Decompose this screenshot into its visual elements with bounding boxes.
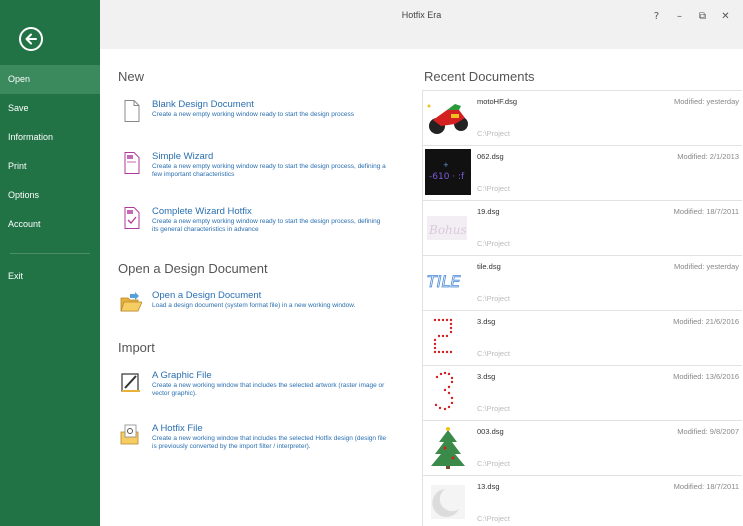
open-design-document-item[interactable]: Open a Design Document Load a design doc… xyxy=(120,290,390,320)
complete-wizard-hotfix-item[interactable]: Complete Wizard Hotfix Create a new empt… xyxy=(120,206,390,236)
graphic-file-item[interactable]: A Graphic File Create a new working wind… xyxy=(120,370,390,402)
recent-doc-modified: Modified: 18/7/2011 xyxy=(673,482,739,491)
minimize-button[interactable]: – xyxy=(668,10,691,24)
sidebar-item-print[interactable]: Print xyxy=(0,152,100,181)
graphic-file-title[interactable]: A Graphic File xyxy=(152,370,212,381)
recent-doc-item[interactable]: 3.dsg C:\Project Modified: 13/6/2016 xyxy=(423,366,742,421)
tile-text-thumbnail: TILE xyxy=(427,272,462,292)
svg-text:-610 · :f: -610 · :f xyxy=(429,172,465,182)
motorbike-thumbnail xyxy=(427,104,468,134)
sidebar-item-account[interactable]: Account xyxy=(0,210,100,239)
recent-doc-name: 19.dsg xyxy=(477,207,500,216)
hotfix-file-title[interactable]: A Hotfix File xyxy=(152,423,203,434)
dotted-digit-thumbnail xyxy=(433,318,453,354)
recent-doc-modified: Modified: 18/7/2011 xyxy=(673,207,739,216)
recent-doc-item[interactable]: TILE tile.dsg C:\Project Modified: yeste… xyxy=(423,256,742,311)
recent-doc-name: 3.dsg xyxy=(477,317,496,326)
open-folder-icon xyxy=(120,292,142,312)
sidebar-item-options[interactable]: Options xyxy=(0,181,100,210)
recent-doc-path: C:\Project xyxy=(477,459,510,468)
recent-doc-modified: Modified: yesterday xyxy=(673,97,739,106)
close-button[interactable]: ✕ xyxy=(714,10,737,24)
svg-text:Bohus: Bohus xyxy=(428,223,467,237)
recent-doc-path: C:\Project xyxy=(477,129,510,138)
recent-doc-name: motoHF.dsg xyxy=(477,97,518,106)
recent-doc-path: C:\Project xyxy=(477,239,510,248)
backstage-sidebar: Open Save Information Print Options Acco… xyxy=(0,0,100,526)
recent-doc-item[interactable]: 3.dsg C:\Project Modified: 21/6/2016 xyxy=(423,311,742,366)
recent-documents-list: motoHF.dsg C:\Project Modified: yesterda… xyxy=(422,90,742,526)
recent-doc-modified: Modified: 2/1/2013 xyxy=(677,152,739,161)
blank-design-document-title[interactable]: Blank Design Document xyxy=(152,99,254,110)
recent-doc-modified: Modified: yesterday xyxy=(673,262,739,271)
open-design-document-desc: Load a design document (system format fi… xyxy=(152,302,356,309)
recent-doc-name: tile.dsg xyxy=(477,262,501,271)
recent-doc-path: C:\Project xyxy=(477,294,510,303)
blank-design-document-desc: Create a new empty working window ready … xyxy=(152,111,354,118)
back-arrow-icon[interactable] xyxy=(19,27,43,51)
recent-documents-title: Recent Documents xyxy=(424,69,535,84)
dark-design-thumbnail: -610 · :f + xyxy=(425,149,471,195)
recent-doc-name: 3.dsg xyxy=(477,372,496,381)
recent-doc-name: 003.dsg xyxy=(477,427,504,436)
help-button[interactable]: ? xyxy=(645,10,668,24)
hotfix-file-desc: Create a new working window that include… xyxy=(152,435,387,450)
sidebar-item-exit[interactable]: Exit xyxy=(0,262,100,291)
restore-button[interactable]: ⧉ xyxy=(691,10,714,24)
complete-wizard-hotfix-title[interactable]: Complete Wizard Hotfix xyxy=(152,206,252,217)
hotfix-file-icon xyxy=(120,424,139,445)
recent-doc-modified: Modified: 9/8/2007 xyxy=(677,427,739,436)
faded-moon-thumbnail xyxy=(431,485,465,519)
faded-lettering-thumbnail: Bohus xyxy=(427,216,467,240)
svg-text:TILE: TILE xyxy=(427,272,461,291)
window-controls: ? – ⧉ ✕ xyxy=(645,10,737,24)
wizard-check-document-icon xyxy=(124,207,140,229)
recent-doc-path: C:\Project xyxy=(477,349,510,358)
graphic-file-desc: Create a new working window that include… xyxy=(152,382,385,397)
recent-doc-item[interactable]: -610 · :f + 062.dsg C:\Project Modified:… xyxy=(423,146,742,201)
recent-doc-name: 062.dsg xyxy=(477,152,504,161)
wizard-document-icon xyxy=(124,152,140,174)
recent-doc-modified: Modified: 21/6/2016 xyxy=(673,317,739,326)
simple-wizard-item[interactable]: Simple Wizard Create a new empty working… xyxy=(120,151,390,181)
complete-wizard-hotfix-desc: Create a new empty working window ready … xyxy=(152,218,381,233)
sidebar-item-open[interactable]: Open xyxy=(0,65,100,94)
open-section-title: Open a Design Document xyxy=(118,261,268,276)
sidebar-divider xyxy=(10,253,90,254)
recent-doc-modified: Modified: 13/6/2016 xyxy=(673,372,739,381)
blank-design-document-item[interactable]: Blank Design Document Create a new empty… xyxy=(120,99,390,129)
sidebar-item-save[interactable]: Save xyxy=(0,94,100,123)
recent-doc-item[interactable]: 003.dsg C:\Project Modified: 9/8/2007 xyxy=(423,421,742,476)
dotted-three-thumbnail xyxy=(434,371,454,411)
recent-doc-item[interactable]: motoHF.dsg C:\Project Modified: yesterda… xyxy=(423,91,742,146)
svg-text:+: + xyxy=(443,161,449,169)
recent-doc-item[interactable]: 13.dsg C:\Project Modified: 18/7/2011 xyxy=(423,476,742,526)
title-bar: Hotfix Era ? – ⧉ ✕ xyxy=(100,0,743,49)
sidebar-item-information[interactable]: Information xyxy=(0,123,100,152)
new-section-title: New xyxy=(118,69,145,84)
simple-wizard-desc: Create a new empty working window ready … xyxy=(152,163,386,178)
open-design-document-title[interactable]: Open a Design Document xyxy=(152,290,261,301)
recent-doc-path: C:\Project xyxy=(477,184,510,193)
sidebar-nav: Open Save Information Print Options Acco… xyxy=(0,65,100,291)
blank-document-icon xyxy=(124,100,140,122)
graphic-file-icon xyxy=(121,373,140,392)
import-section-title: Import xyxy=(118,340,155,355)
simple-wizard-title[interactable]: Simple Wizard xyxy=(152,151,213,162)
recent-doc-name: 13.dsg xyxy=(477,482,500,491)
recent-doc-path: C:\Project xyxy=(477,514,510,523)
recent-doc-item[interactable]: Bohus 19.dsg C:\Project Modified: 18/7/2… xyxy=(423,201,742,256)
hotfix-file-item[interactable]: A Hotfix File Create a new working windo… xyxy=(120,423,390,455)
recent-doc-path: C:\Project xyxy=(477,404,510,413)
christmas-tree-thumbnail xyxy=(431,427,465,469)
